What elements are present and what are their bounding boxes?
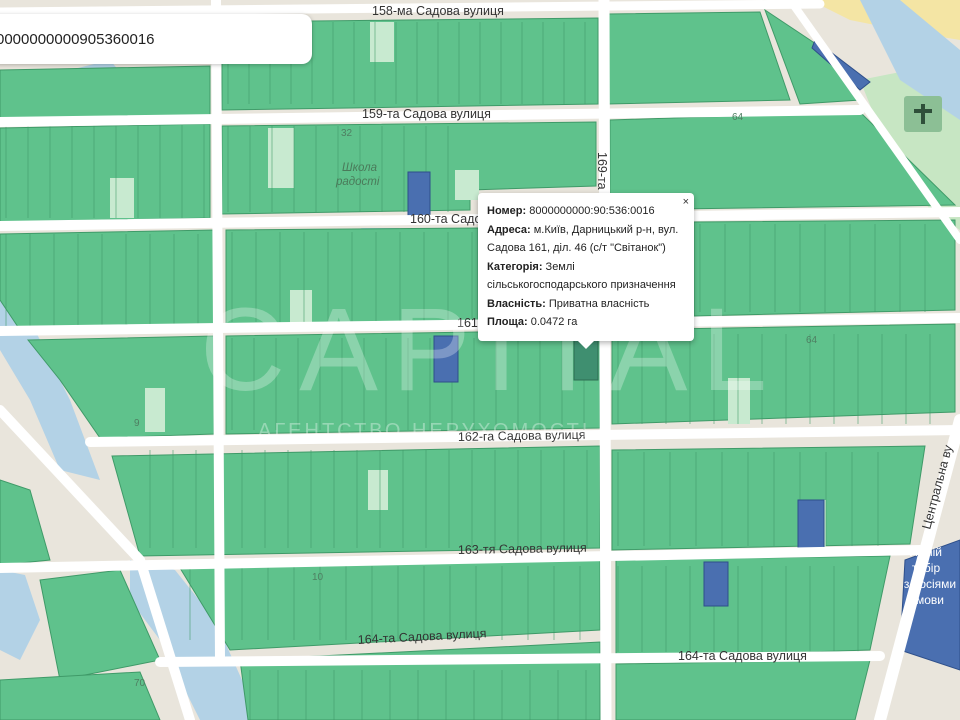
popup-address-label: Адреса:: [487, 223, 531, 236]
school-label-line1: Школа: [342, 162, 377, 174]
house-number: 70: [134, 678, 146, 689]
popup-ownership-value: Приватна власність: [548, 297, 650, 310]
popup-number-value: 8000000000:90:536:0016: [529, 205, 655, 217]
popup-number-row: Номер: 8000000000:90:536:0016: [487, 202, 686, 221]
school-label-line2: радості: [335, 176, 380, 188]
street-label-169: 169-та: [595, 152, 609, 190]
popup-address-line1: м.Київ, Дарницький р-н, вул.: [533, 223, 679, 236]
street-label-163: 163-тя Садова вулиця: [458, 541, 587, 557]
house-number: 64: [732, 112, 744, 123]
cadastral-search-box[interactable]: [0, 14, 312, 64]
popup-ownership-label: Власність:: [487, 297, 546, 310]
popup-ownership-row: Власність: Приватна власність: [487, 295, 686, 314]
camp-label-line3: з носіями: [904, 577, 956, 591]
popup-category-label: Категорія:: [487, 260, 543, 273]
street-label-158: 158-ма Садова вулиця: [372, 4, 504, 18]
church-cross-icon[interactable]: [904, 96, 942, 132]
street-label-160: 160-та Садо: [410, 212, 481, 226]
parcel-info-popup: × Номер: 8000000000:90:536:0016 Адреса: …: [478, 193, 694, 349]
popup-category-line1: Землі: [545, 260, 575, 273]
popup-area-value: 0.0472 га: [530, 316, 578, 328]
cadastral-map[interactable]: 158-ма Садова вулиця 159-та Садова вулиц…: [0, 0, 960, 720]
popup-address-row: Адреса: м.Київ, Дарницький р-н, вул.: [487, 221, 686, 240]
street-label-161: 161: [457, 316, 478, 330]
cadastral-number-input[interactable]: [0, 30, 312, 48]
house-number: 10: [312, 572, 324, 583]
street-label-162: 162-га Садова вулиця: [458, 428, 586, 444]
house-number: 64: [806, 335, 818, 346]
popup-category-line2: сільськогосподарського призначення: [487, 279, 676, 291]
popup-address-line2: Садова 161, діл. 46 (с/т "Світанок"): [487, 242, 666, 254]
house-number: 9: [134, 418, 140, 429]
street-label-164-east: 164-та Садова вулиця: [678, 649, 807, 663]
close-icon[interactable]: ×: [683, 195, 689, 209]
popup-category-row: Категорія: Землі: [487, 258, 686, 277]
camp-label-line2: табір: [912, 561, 941, 575]
popup-area-label: Площа:: [487, 316, 528, 328]
camp-label-line4: мови: [916, 593, 944, 607]
house-number: 32: [341, 128, 353, 139]
camp-label-line1: Літній: [910, 545, 942, 559]
street-label-159: 159-та Садова вулиця: [362, 107, 491, 121]
popup-area-row: Площа: 0.0472 га: [487, 313, 686, 332]
popup-pointer: [578, 341, 594, 349]
popup-number-label: Номер:: [487, 205, 527, 217]
